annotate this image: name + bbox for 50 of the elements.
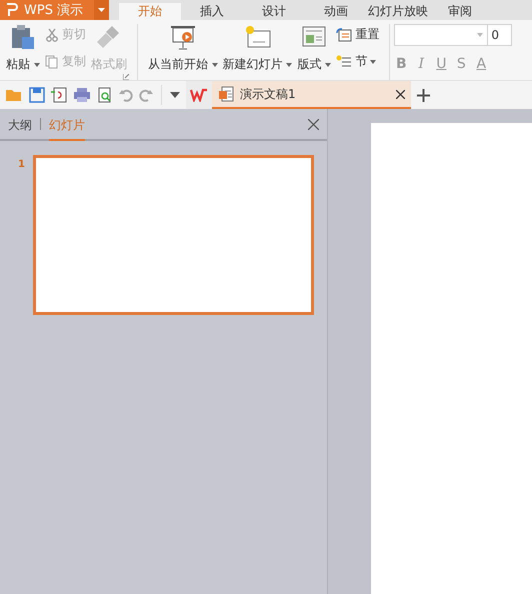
new-slide-button[interactable]: 新建幻灯片: [222, 56, 292, 73]
print-preview-icon[interactable]: [97, 87, 113, 103]
caret-icon: [98, 8, 105, 12]
ribbon-tab[interactable]: 动画: [305, 3, 367, 20]
ribbon-tab[interactable]: 插入: [181, 3, 243, 20]
save-icon[interactable]: [29, 87, 45, 103]
scissors-icon: [44, 28, 59, 42]
dialog-launcher-icon[interactable]: [122, 74, 129, 80]
slide-number: 1: [18, 159, 25, 170]
app-menu-dropdown[interactable]: [94, 0, 109, 20]
brush-icon: [96, 24, 122, 50]
caret-icon: [212, 62, 218, 67]
new-slide-icon: [244, 24, 272, 50]
section-icon: [336, 54, 352, 68]
add-tab-icon[interactable]: [417, 88, 430, 102]
redo-icon[interactable]: [139, 88, 153, 102]
app-name: WPS 演示: [24, 2, 84, 19]
logo-icon[interactable]: [190, 88, 208, 102]
presentation-file-icon: [218, 86, 234, 102]
caret-icon: [286, 62, 292, 67]
document-title: 演示文稿1: [240, 86, 297, 102]
undo-icon[interactable]: [119, 88, 133, 102]
export-pdf-icon[interactable]: [51, 87, 67, 103]
font-name-field[interactable]: [394, 24, 488, 46]
clipboard-icon: [10, 24, 36, 50]
document-tab[interactable]: 演示文稿1: [212, 81, 411, 109]
ribbon-tab[interactable]: 审阅: [429, 3, 491, 20]
folder-icon[interactable]: [5, 87, 23, 103]
slide-thumbnail[interactable]: [32, 155, 314, 315]
reset-icon: [336, 28, 352, 42]
font-size-field[interactable]: 0: [488, 24, 512, 46]
ribbon-tab[interactable]: 设计: [243, 3, 305, 20]
copy-icon: [44, 54, 59, 68]
close-icon[interactable]: [308, 118, 319, 130]
caret-icon: [477, 33, 484, 37]
close-icon[interactable]: [396, 90, 405, 98]
logo-icon: [6, 3, 18, 17]
ribbon-tab[interactable]: 幻灯片放映: [367, 3, 429, 20]
start-from-current-button[interactable]: 从当前开始: [148, 56, 218, 73]
print-icon[interactable]: [73, 87, 91, 103]
caret-icon: [325, 62, 332, 67]
layout-button[interactable]: 版式: [297, 56, 332, 73]
section-button[interactable]: 节: [336, 53, 380, 70]
reset-button[interactable]: 重置: [336, 26, 380, 43]
caret-icon: [370, 60, 376, 64]
caret-icon: [34, 62, 40, 67]
paste-button[interactable]: 粘贴: [6, 56, 40, 73]
panel-tab[interactable]: 大纲: [8, 109, 32, 139]
caret-icon[interactable]: [170, 92, 180, 98]
slideshow-icon: [168, 24, 197, 50]
